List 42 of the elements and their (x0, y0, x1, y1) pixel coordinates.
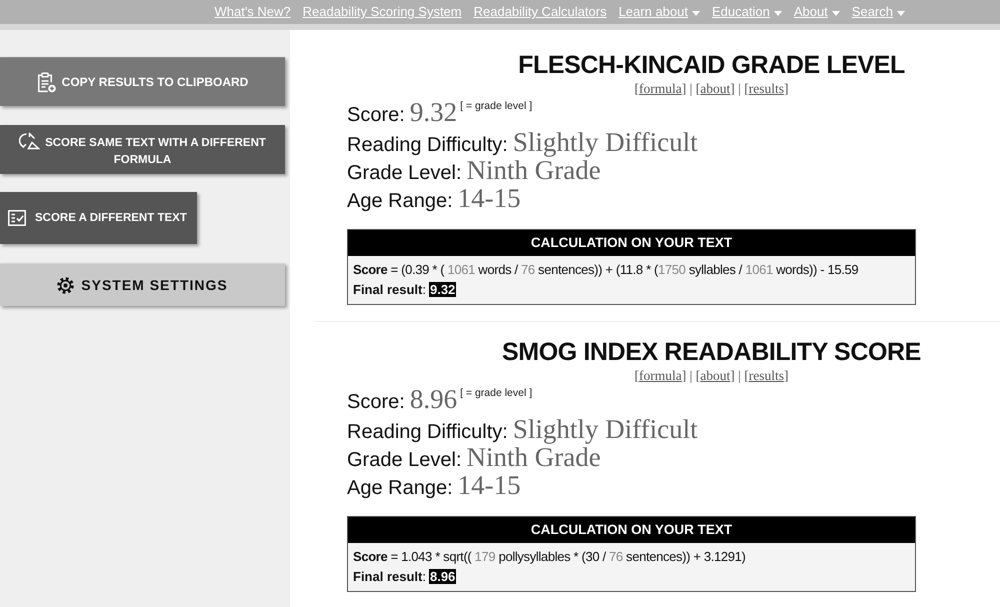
copy-results-button[interactable]: COPY RESULTS TO CLIPBOARD (0, 57, 285, 106)
result-label: Age Range: (347, 190, 453, 212)
result-label: Age Range: (347, 477, 453, 499)
result-value: 9.32 (410, 97, 458, 127)
result-note: [ = grade level ] (460, 100, 532, 112)
section-title: FLESCH-KINCAID GRADE LEVEL (518, 51, 905, 79)
final-result-label: Final result: (353, 569, 426, 584)
result-value: 14-15 (458, 470, 521, 500)
result-value: 8.96 (410, 384, 458, 414)
result-label: Grade Level: (347, 449, 462, 471)
result-value: Slightly Difficult (512, 127, 698, 157)
final-result-value: 8.96 (428, 569, 456, 584)
section-link[interactable]: formula (639, 81, 682, 96)
circular-arrow-icon (19, 132, 40, 150)
calculation-title: CALCULATION ON YOUR TEXT (530, 522, 732, 537)
result-label: Reading Difficulty: (347, 134, 508, 156)
section-link[interactable]: results (748, 368, 784, 383)
settings-icon (57, 276, 74, 294)
result-label: Reading Difficulty: (347, 421, 508, 443)
section-link[interactable]: results (748, 81, 784, 96)
result-value: 14-15 (458, 183, 521, 213)
section-links: [formula] | [about] | [results] (634, 81, 788, 96)
result-label: Score: (347, 104, 405, 126)
section-link[interactable]: about (700, 368, 730, 383)
result-note: [ = grade level ] (460, 387, 532, 399)
score-different-text-button[interactable]: SCORE A DIFFERENT TEXT (0, 192, 197, 244)
result-label: Score: (347, 391, 405, 413)
section-title: SMOG INDEX READABILITY SCORE (502, 338, 921, 366)
section-links: [formula] | [about] | [results] (634, 368, 788, 383)
formula-text: Score = 1.043 * sqrt(( 179 pollysyllables * (30 / 76 sentences)) + 3.1291) (353, 549, 746, 564)
system-settings-button[interactable]: SYSTEM SETTINGS (0, 263, 285, 306)
checklist-icon (8, 210, 26, 226)
final-result-label: Final result: (353, 282, 426, 297)
formula-text: Score = (0.39 * ( 1061 words / 76 sentences)) + (11.8 * (1750 syllables / 1061 words)) - 15.59 (353, 262, 858, 277)
result-value: Slightly Difficult (512, 414, 698, 444)
section-link[interactable]: formula (639, 368, 682, 383)
clipboard-icon (36, 72, 56, 92)
final-result-value: 9.32 (428, 282, 456, 297)
section-link[interactable]: about (700, 81, 730, 96)
result-label: Grade Level: (347, 162, 462, 184)
score-same-text-button[interactable]: SCORE SAME TEXT WITH A DIFFERENT FORMULA (0, 125, 285, 174)
calculation-title: CALCULATION ON YOUR TEXT (530, 235, 732, 250)
